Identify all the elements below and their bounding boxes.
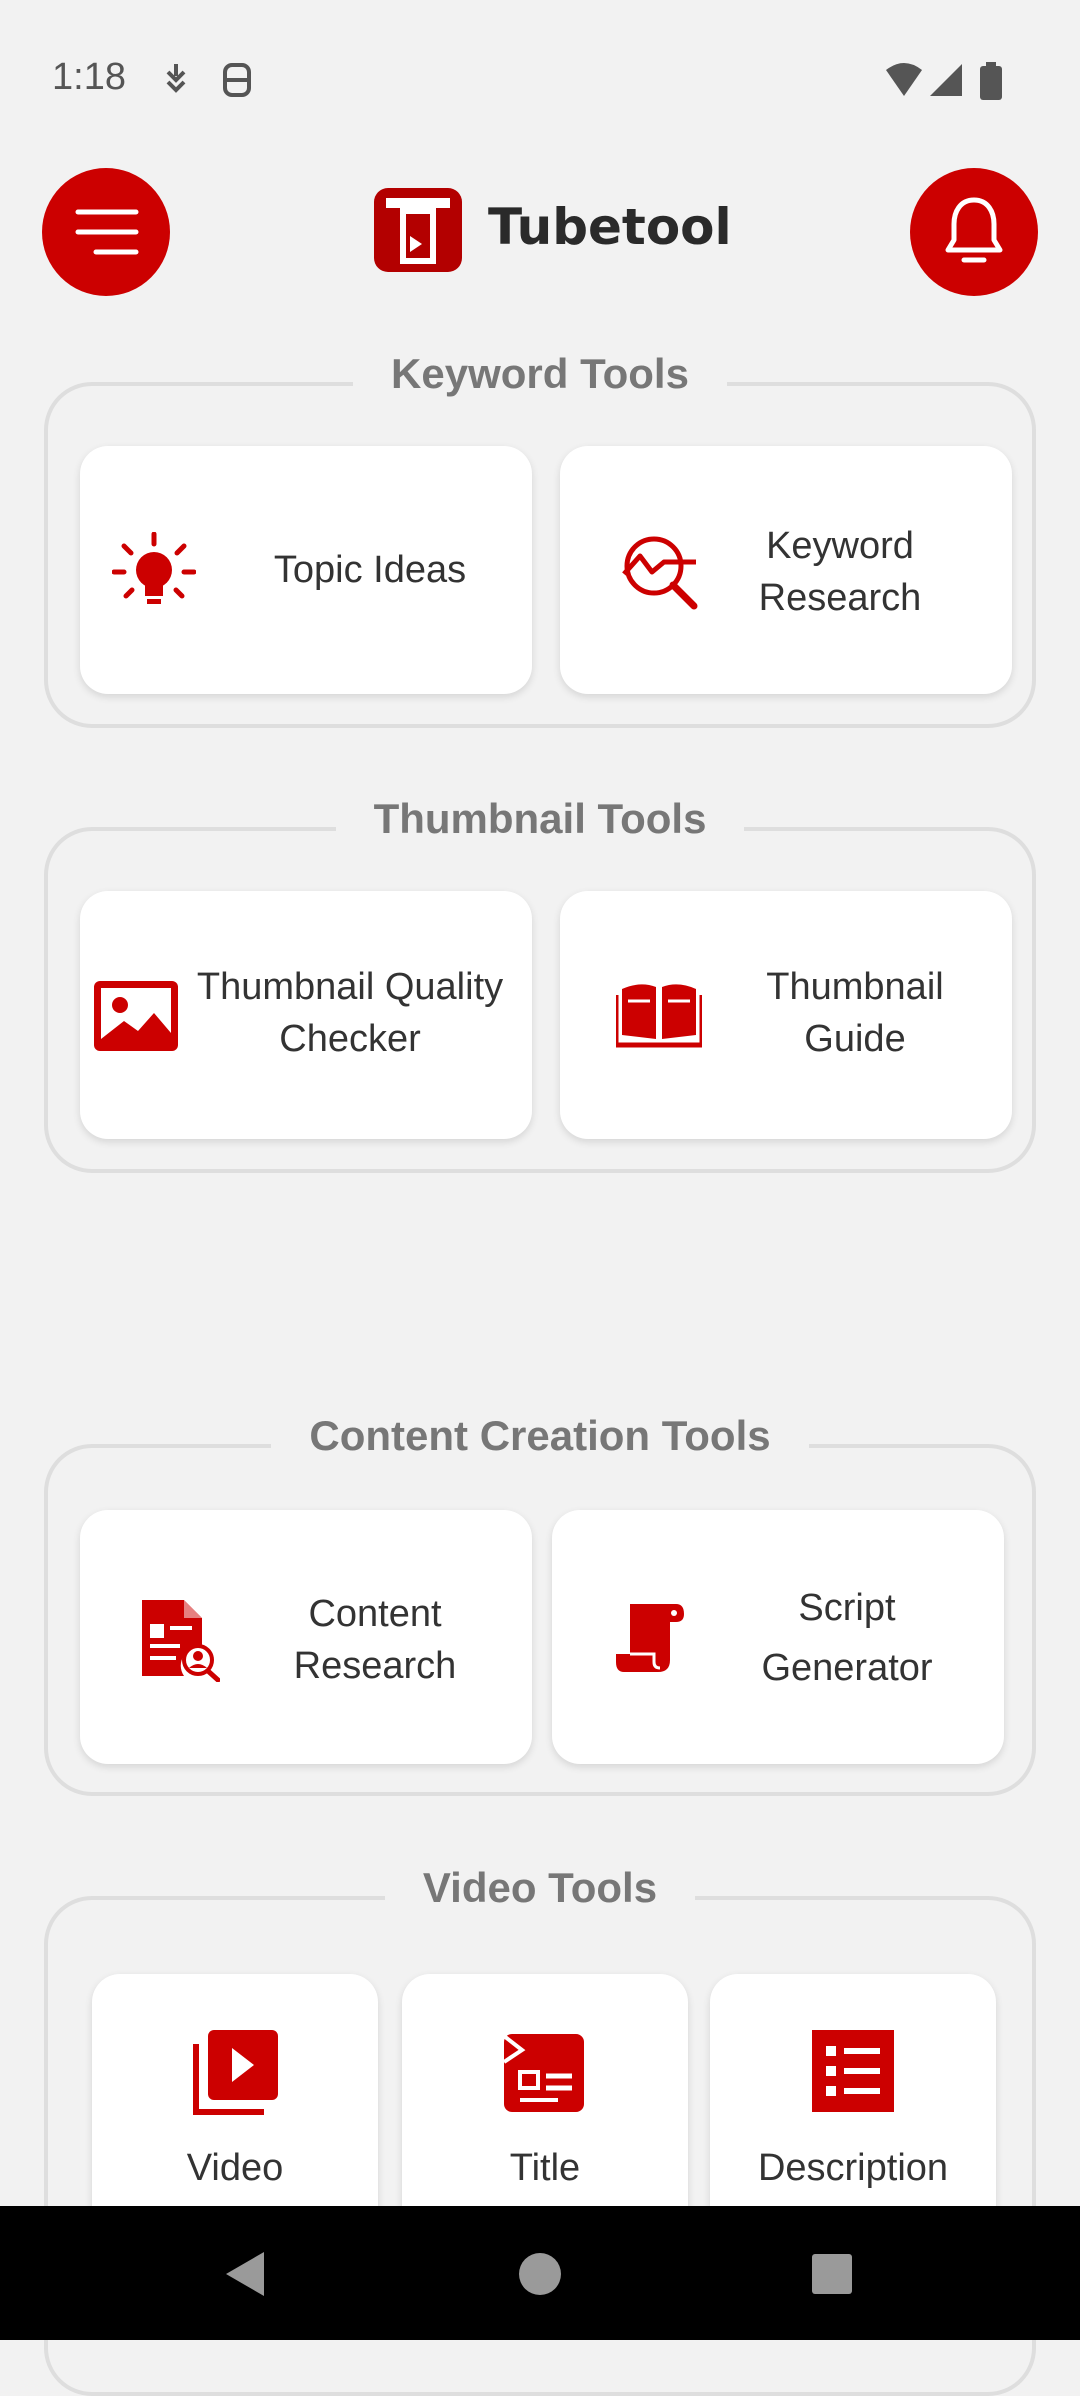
keyword-tools-section: Keyword Tools Topic Ideas Keyword Resear… bbox=[44, 350, 1036, 728]
bell-icon bbox=[945, 197, 1003, 263]
scroll-icon bbox=[616, 1604, 684, 1672]
back-icon[interactable] bbox=[222, 2250, 266, 2298]
image-icon bbox=[94, 981, 178, 1051]
signal-icon bbox=[930, 64, 962, 96]
data-saver-icon bbox=[166, 64, 186, 93]
thumbnail-tools-section: Thumbnail Tools Thumbnail Quality Checke… bbox=[44, 795, 1036, 1173]
keyword-research-card[interactable]: Keyword Research bbox=[560, 446, 1012, 694]
system-navigation-bar bbox=[0, 2206, 1080, 2340]
section-title-keyword: Keyword Tools bbox=[353, 350, 727, 397]
home-icon[interactable] bbox=[518, 2252, 562, 2296]
thumbnail-quality-card[interactable]: Thumbnail Quality Checker bbox=[80, 891, 532, 1139]
content-creation-tools-section: Content Creation Tools Content Research … bbox=[44, 1412, 1036, 1796]
notifications-button[interactable] bbox=[910, 168, 1038, 296]
wifi-icon bbox=[886, 63, 922, 96]
description-label: Description bbox=[757, 2147, 949, 2189]
app-title: Tubetool bbox=[488, 198, 732, 256]
open-book-icon bbox=[616, 984, 702, 1048]
script-generator-label: Script Generator bbox=[761, 1587, 933, 1689]
video-library-icon bbox=[193, 2030, 278, 2115]
thumbnail-quality-label: Thumbnail Quality Checker bbox=[196, 966, 504, 1060]
section-title-content: Content Creation Tools bbox=[271, 1412, 809, 1459]
document-user-icon bbox=[142, 1600, 220, 1682]
chart-search-icon bbox=[622, 536, 698, 610]
section-title-video: Video Tools bbox=[384, 1864, 696, 1911]
title-card-icon bbox=[502, 2034, 584, 2112]
keyword-research-label: Keyword Research bbox=[758, 525, 922, 619]
sim-icon bbox=[223, 63, 251, 97]
content-research-label: Content Research bbox=[293, 1593, 457, 1687]
battery-icon bbox=[980, 62, 1002, 100]
video-label: Video bbox=[186, 2147, 284, 2189]
status-bar: 1:18 bbox=[0, 0, 1080, 120]
topic-ideas-label: Topic Ideas bbox=[273, 549, 467, 591]
topic-ideas-card[interactable]: Topic Ideas bbox=[80, 446, 532, 694]
thumbnail-guide-card[interactable]: Thumbnail Guide bbox=[560, 891, 1012, 1139]
thumbnail-guide-label: Thumbnail Guide bbox=[766, 966, 944, 1060]
script-generator-card[interactable]: Script Generator bbox=[552, 1510, 1004, 1764]
recents-icon[interactable] bbox=[812, 2254, 852, 2294]
content-research-card[interactable]: Content Research bbox=[80, 1510, 532, 1764]
hamburger-menu-icon bbox=[75, 209, 139, 255]
lightbulb-icon bbox=[112, 532, 196, 604]
app-logo bbox=[374, 188, 462, 272]
status-time: 1:18 bbox=[52, 56, 126, 98]
app-header: Tubetool bbox=[0, 160, 1080, 300]
list-icon bbox=[812, 2030, 894, 2112]
section-title-thumbnail: Thumbnail Tools bbox=[335, 795, 745, 842]
menu-button[interactable] bbox=[42, 168, 170, 296]
title-label: Title bbox=[509, 2147, 581, 2189]
